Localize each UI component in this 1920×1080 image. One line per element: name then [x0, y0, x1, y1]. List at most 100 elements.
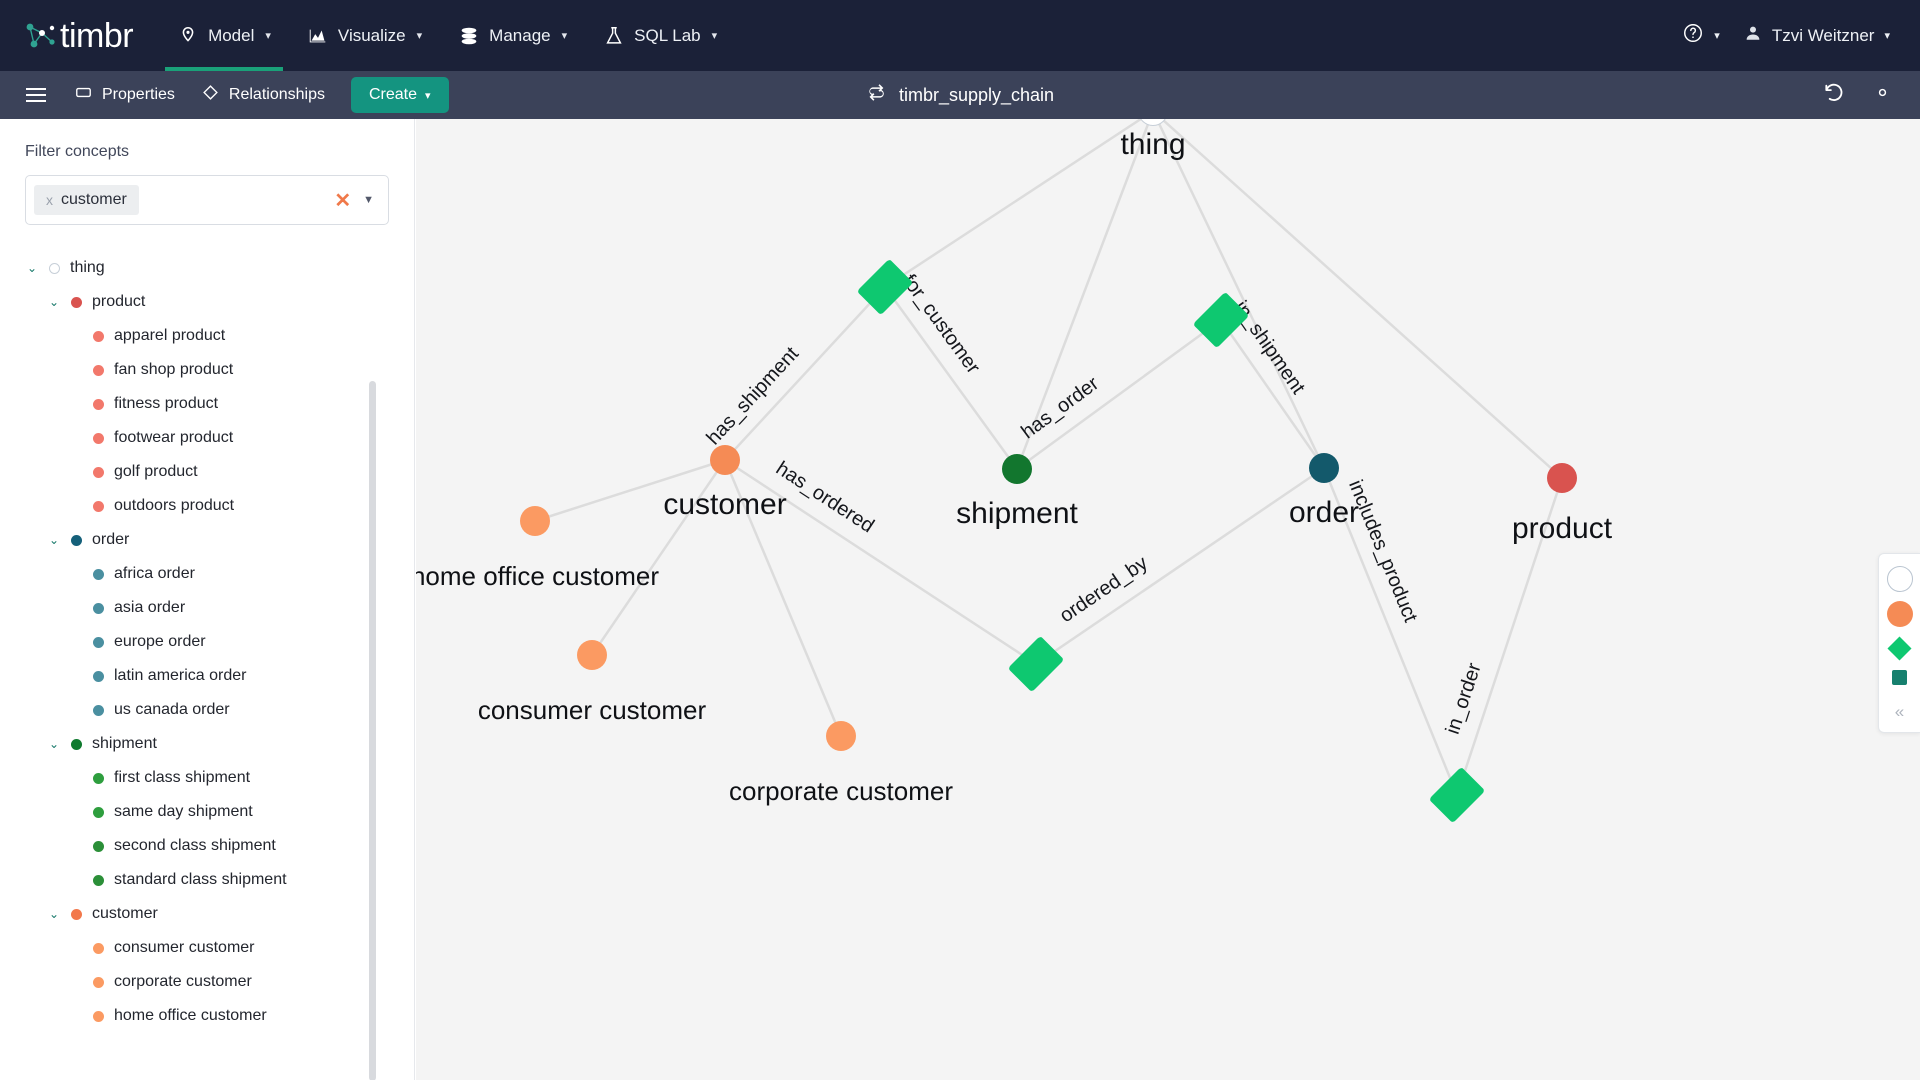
concept-color-dot — [93, 432, 104, 444]
chevron-down-icon[interactable]: ▼ — [363, 194, 374, 206]
chip-remove-icon[interactable]: x — [46, 192, 53, 208]
concept-color-dot — [93, 840, 104, 852]
nav-right-group: ▾ Tzvi Weitzner ▾ — [1672, 22, 1920, 49]
tree-item-europe-order[interactable]: ⌄europe order — [0, 625, 414, 659]
graph-node-product[interactable] — [1547, 463, 1577, 493]
create-button[interactable]: Create ▾ — [350, 77, 449, 113]
database-stack-icon — [458, 25, 480, 47]
help-menu-button[interactable]: ▾ — [1672, 22, 1730, 49]
double-chevron-left-icon[interactable]: « — [1895, 702, 1904, 722]
tree-item-first-class-shipment[interactable]: ⌄first class shipment — [0, 761, 414, 795]
tree-item-label: standard class shipment — [114, 871, 287, 888]
tree-item-golf-product[interactable]: ⌄golf product — [0, 455, 414, 489]
chevron-down-icon: ▾ — [711, 30, 718, 42]
tree-item-fan-shop-product[interactable]: ⌄fan shop product — [0, 353, 414, 387]
graph-node-order[interactable] — [1309, 453, 1339, 483]
secondary-toolbar: Properties Relationships Create ▾ timbr_… — [0, 71, 1920, 119]
chevron-down-icon: ▾ — [416, 30, 423, 42]
tab-properties[interactable]: Properties — [74, 83, 175, 107]
nav-item-label: Manage — [489, 25, 551, 45]
toolbar-actions — [1822, 81, 1920, 109]
tree-item-outdoors-product[interactable]: ⌄outdoors product — [0, 489, 414, 523]
chevron-down-icon[interactable]: ⌄ — [46, 907, 62, 921]
nav-item-visualize[interactable]: Visualize ▾ — [289, 0, 440, 71]
chevron-down-icon: ▾ — [265, 30, 271, 42]
tree-item-label: golf product — [114, 463, 198, 480]
graph-edge — [1155, 119, 1326, 469]
chevron-down-icon[interactable]: ⌄ — [46, 295, 62, 309]
concept-color-dot — [93, 466, 104, 478]
tree-item-shipment[interactable]: ⌄ shipment — [0, 727, 414, 761]
create-button-label: Create — [368, 86, 418, 103]
graph-edge — [884, 119, 1144, 289]
tree-item-apparel-product[interactable]: ⌄apparel product — [0, 319, 414, 353]
brand-logo[interactable]: timbr — [22, 16, 134, 55]
gear-icon[interactable] — [1871, 81, 1894, 109]
tree-item-label: home office customer — [114, 1007, 267, 1024]
graph-node-label-shipment: shipment — [956, 497, 1078, 530]
swap-sync-icon — [866, 82, 887, 108]
tree-item-footwear-product[interactable]: ⌄footwear product — [0, 421, 414, 455]
graph-node-shipment[interactable] — [1002, 454, 1032, 484]
graph-node-customer[interactable] — [710, 445, 740, 475]
question-circle-icon — [1682, 22, 1704, 49]
tree-item-fitness-product[interactable]: ⌄fitness product — [0, 387, 414, 421]
graph-node-consumer[interactable] — [577, 640, 607, 670]
ontology-title-label: timbr_supply_chain — [898, 84, 1055, 105]
tree-item-thing[interactable]: ⌄ thing — [0, 251, 414, 285]
tree-item-label: order — [92, 531, 130, 548]
tree-item-consumer-customer[interactable]: ⌄consumer customer — [0, 931, 414, 965]
filter-chip-customer[interactable]: x customer — [34, 185, 139, 215]
customer-legend-swatch[interactable] — [1886, 601, 1913, 627]
graph-node-corporate[interactable] — [826, 721, 856, 751]
tree-item-latin-america-order[interactable]: ⌄latin america order — [0, 659, 414, 693]
flask-icon — [603, 25, 625, 47]
tree-item-product[interactable]: ⌄ product — [0, 285, 414, 319]
ontology-graph-canvas[interactable]: has_shipment for_customer has_order in_ship… — [416, 119, 1920, 1080]
tree-item-home-office-customer[interactable]: ⌄home office customer — [0, 999, 414, 1033]
tree-item-asia-order[interactable]: ⌄asia order — [0, 591, 414, 625]
graph-edge — [1160, 119, 1563, 479]
ontology-title[interactable]: timbr_supply_chain — [866, 82, 1054, 108]
tree-item-customer[interactable]: ⌄ customer — [0, 897, 414, 931]
tree-item-corporate-customer[interactable]: ⌄corporate customer — [0, 965, 414, 999]
relationship-legend-swatch[interactable] — [1887, 636, 1912, 661]
hamburger-menu-icon[interactable] — [26, 88, 46, 102]
filter-concepts-input[interactable]: x customer ✕ ▼ — [25, 175, 389, 225]
history-undo-icon[interactable] — [1822, 81, 1845, 109]
user-avatar-icon — [1744, 24, 1762, 47]
tree-item-same-day-shipment[interactable]: ⌄same day shipment — [0, 795, 414, 829]
tab-relationships[interactable]: Relationships — [201, 83, 325, 107]
concept-color-dot — [93, 772, 104, 784]
tree-item-label: consumer customer — [114, 939, 255, 956]
tree-item-us-canada-order[interactable]: ⌄us canada order — [0, 693, 414, 727]
brand-name: timbr — [60, 16, 134, 55]
chevron-down-icon[interactable]: ⌄ — [46, 737, 62, 751]
concept-color-dot — [71, 534, 82, 546]
graph-node-home_office[interactable] — [520, 506, 550, 536]
location-pin-icon — [177, 25, 199, 47]
property-legend-swatch[interactable] — [1892, 670, 1907, 685]
tree-item-second-class-shipment[interactable]: ⌄second class shipment — [0, 829, 414, 863]
tree-item-label: same day shipment — [114, 803, 253, 820]
graph-node-label-home_office: home office customer — [416, 561, 660, 591]
concept-color-dot — [71, 908, 82, 920]
chip-label: customer — [61, 191, 127, 208]
tree-item-standard-class-shipment[interactable]: ⌄standard class shipment — [0, 863, 414, 897]
tab-relationships-label: Relationships — [228, 86, 325, 103]
user-menu-button[interactable]: Tzvi Weitzner ▾ — [1734, 24, 1900, 47]
nav-item-sql-lab[interactable]: SQL Lab ▾ — [585, 0, 735, 71]
chevron-down-icon[interactable]: ⌄ — [46, 533, 62, 547]
tree-item-order[interactable]: ⌄ order — [0, 523, 414, 557]
nav-item-model[interactable]: Model ▾ — [159, 0, 289, 71]
graph-node-label-product: product — [1511, 512, 1613, 545]
tree-item-label: apparel product — [114, 327, 226, 344]
nav-item-label: Visualize — [337, 25, 406, 45]
tree-item-africa-order[interactable]: ⌄africa order — [0, 557, 414, 591]
nav-item-manage[interactable]: Manage ▾ — [440, 0, 585, 71]
clear-x-icon[interactable]: ✕ — [334, 188, 351, 213]
sidebar-scrollbar[interactable] — [369, 381, 376, 1080]
graph-node-label-thing: thing — [1120, 128, 1186, 161]
chevron-down-icon[interactable]: ⌄ — [24, 261, 40, 275]
thing-legend-swatch[interactable] — [1886, 566, 1913, 592]
